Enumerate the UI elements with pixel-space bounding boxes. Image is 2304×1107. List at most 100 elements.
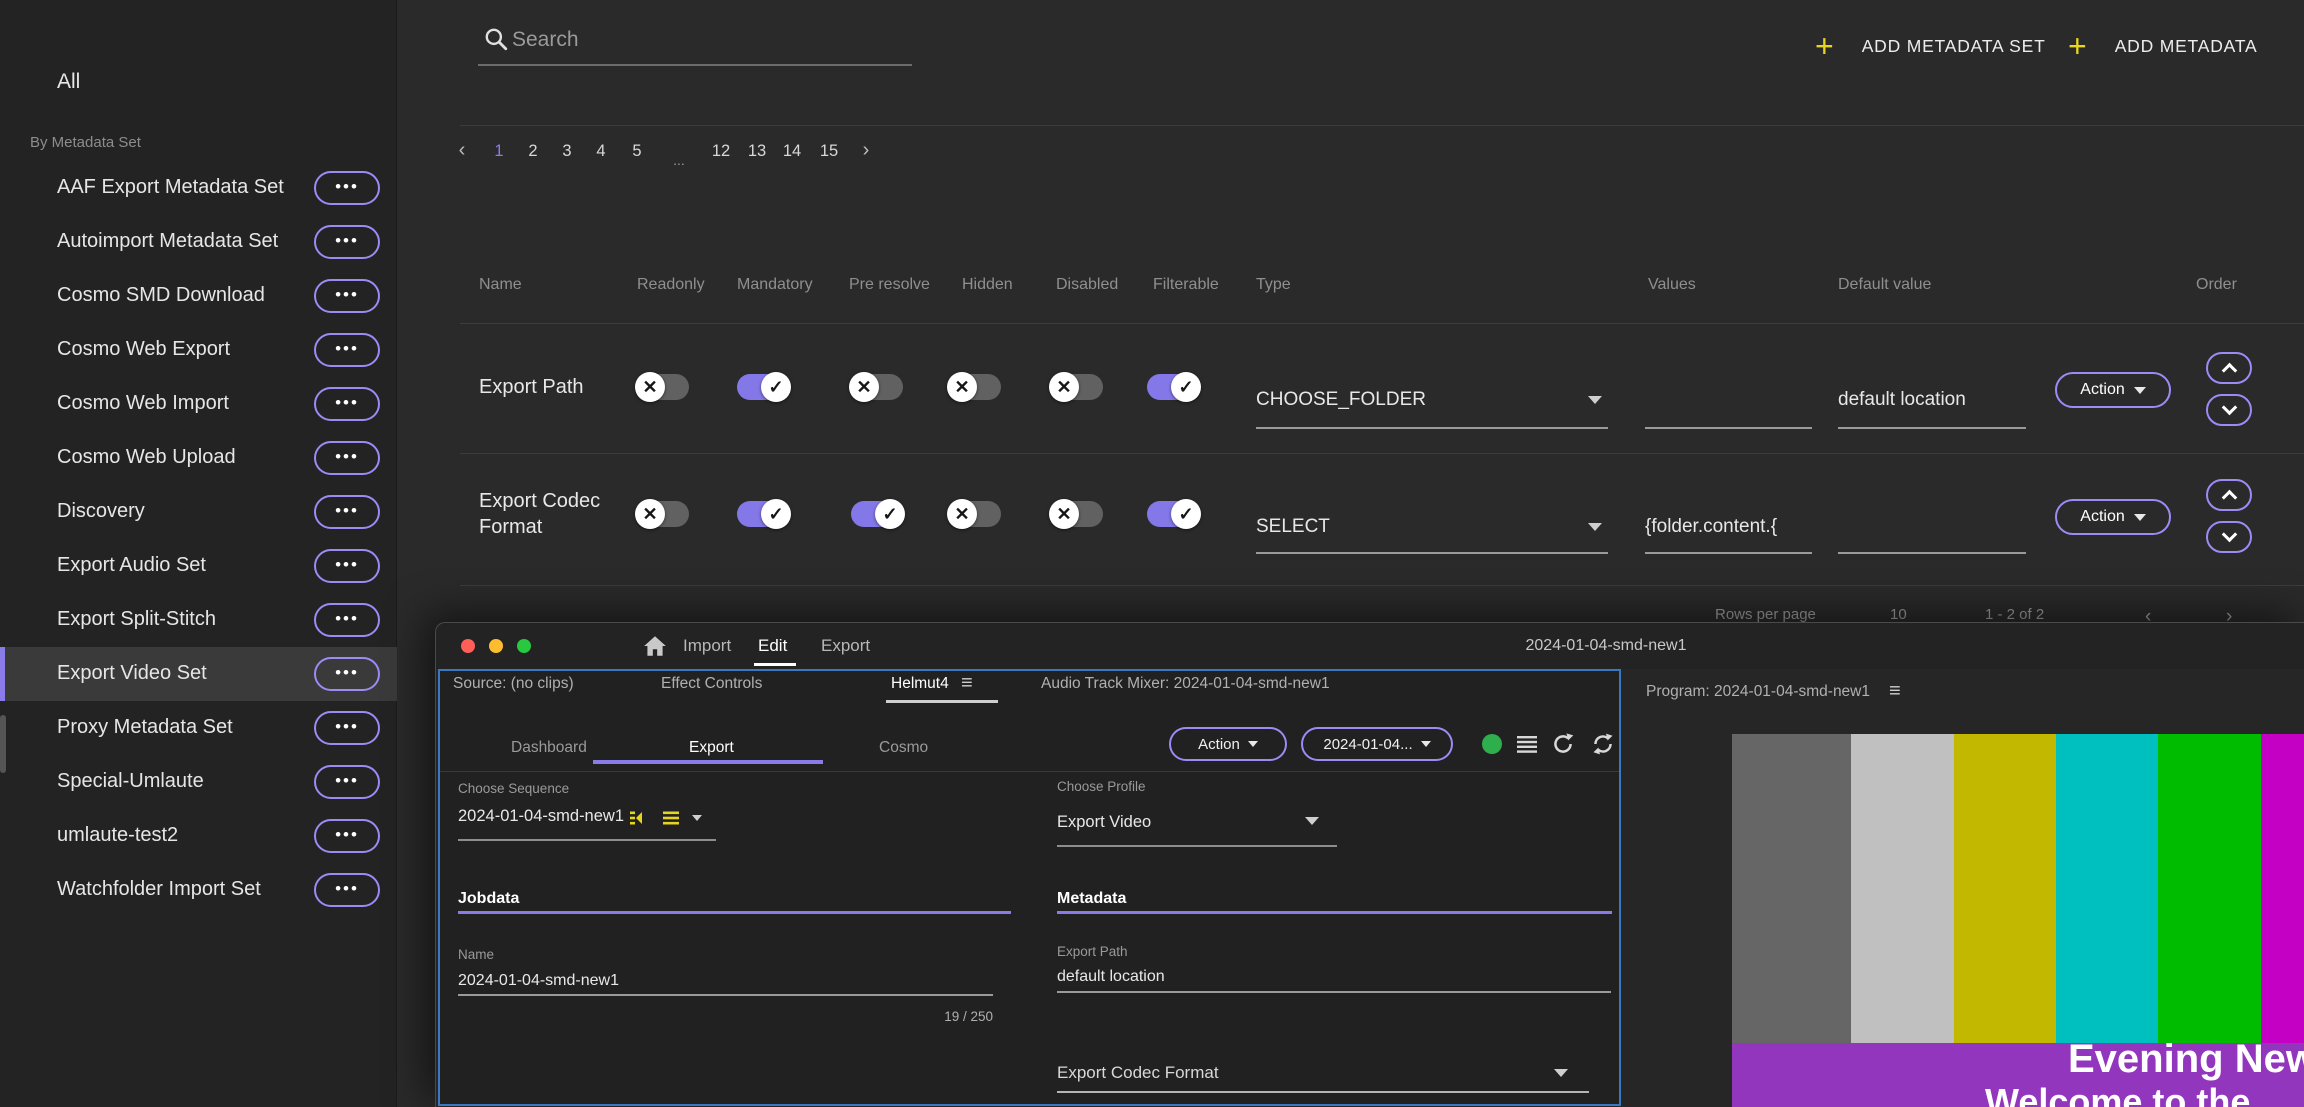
sidebar-item[interactable]: Proxy Metadata Set — [0, 701, 397, 755]
chevron-down-icon[interactable] — [1588, 396, 1602, 404]
sidebar-item[interactable]: umlaute-test2 — [0, 809, 397, 863]
scrollbar[interactable] — [0, 715, 6, 773]
export-codec-select[interactable]: Export Codec Format — [1057, 1063, 1219, 1083]
add-metadata-set-button[interactable]: + ADD METADATA SET — [1815, 26, 2046, 66]
action-button[interactable]: Action — [2055, 372, 2171, 408]
refresh-icon[interactable] — [1550, 731, 1576, 757]
sidebar-item-all[interactable]: All — [57, 70, 80, 94]
close-button[interactable] — [461, 639, 475, 653]
tab-cosmo[interactable]: Cosmo — [879, 739, 928, 757]
sequence-insert-icon[interactable] — [628, 810, 652, 826]
sidebar-item[interactable]: Cosmo Web Export — [0, 323, 397, 377]
page-prev[interactable]: ‹ — [449, 139, 475, 162]
action-button[interactable]: Action — [2055, 499, 2171, 535]
page-15[interactable]: 15 — [816, 142, 842, 161]
more-options-button[interactable] — [314, 279, 380, 313]
sidebar-item[interactable]: Special-Umlaute — [0, 755, 397, 809]
tab-effect-controls[interactable]: Effect Controls — [661, 675, 762, 693]
action-dropdown[interactable]: Action — [1169, 727, 1287, 761]
sidebar-item[interactable]: Cosmo Web Import — [0, 377, 397, 431]
toggle-mandatory[interactable] — [737, 374, 789, 400]
page-size-select[interactable]: 10 — [1890, 606, 1907, 623]
more-options-button[interactable] — [314, 495, 380, 529]
sidebar-item[interactable]: Discovery — [0, 485, 397, 539]
move-up-button[interactable] — [2206, 479, 2252, 511]
page-1[interactable]: 1 — [486, 142, 512, 161]
sidebar-item[interactable]: Cosmo SMD Download — [0, 269, 397, 323]
toggle-filterable[interactable] — [1147, 374, 1199, 400]
export-path-input[interactable]: default location — [1057, 968, 1165, 986]
default-value[interactable]: default location — [1838, 389, 1966, 411]
move-down-button[interactable] — [2206, 521, 2252, 553]
more-options-button[interactable] — [314, 765, 380, 799]
chevron-down-icon[interactable] — [1588, 523, 1602, 531]
sequence-value[interactable]: 2024-01-04-smd-new1 — [458, 807, 624, 826]
sidebar-item[interactable]: Export Audio Set — [0, 539, 397, 593]
sequence-menu-icon[interactable] — [662, 810, 680, 826]
date-dropdown[interactable]: 2024-01-04... — [1301, 727, 1453, 761]
tab-import[interactable]: Import — [683, 636, 731, 656]
move-up-button[interactable] — [2206, 352, 2252, 384]
chevron-down-icon[interactable] — [1554, 1069, 1568, 1077]
sidebar-item[interactable]: AAF Export Metadata Set — [0, 161, 397, 215]
sidebar-item[interactable]: Watchfolder Import Set — [0, 863, 397, 917]
more-options-button[interactable] — [314, 657, 380, 691]
more-options-button[interactable] — [314, 171, 380, 205]
tab-export[interactable]: Export — [821, 636, 870, 656]
more-options-button[interactable] — [314, 711, 380, 745]
add-metadata-button[interactable]: + ADD METADATA — [2068, 26, 2258, 66]
page-next[interactable]: › — [853, 139, 879, 162]
sidebar-item[interactable]: Cosmo Web Upload — [0, 431, 397, 485]
values-value[interactable]: {folder.content.{ — [1645, 516, 1777, 538]
page-5[interactable]: 5 — [624, 142, 650, 161]
more-options-button[interactable] — [314, 603, 380, 637]
page-13[interactable]: 13 — [744, 142, 770, 161]
more-options-button[interactable] — [314, 441, 380, 475]
toggle-preresolve[interactable] — [851, 374, 903, 400]
toggle-preresolve[interactable] — [851, 501, 903, 527]
toggle-disabled[interactable] — [1051, 374, 1103, 400]
type-select[interactable]: CHOOSE_FOLDER — [1256, 389, 1426, 411]
search-input[interactable] — [512, 22, 892, 58]
more-options-button[interactable] — [314, 333, 380, 367]
page-12[interactable]: 12 — [708, 142, 734, 161]
page-3[interactable]: 3 — [554, 142, 580, 161]
toggle-readonly[interactable] — [637, 501, 689, 527]
more-options-button[interactable] — [314, 873, 380, 907]
name-input[interactable]: 2024-01-04-smd-new1 — [458, 972, 619, 990]
tab-dashboard[interactable]: Dashboard — [511, 739, 587, 757]
profile-value[interactable]: Export Video — [1057, 813, 1151, 832]
more-options-button[interactable] — [314, 819, 380, 853]
toggle-hidden[interactable] — [949, 374, 1001, 400]
toggle-mandatory[interactable] — [737, 501, 789, 527]
more-options-button[interactable] — [314, 387, 380, 421]
sidebar-item[interactable]: Autoimport Metadata Set — [0, 215, 397, 269]
toggle-hidden[interactable] — [949, 501, 1001, 527]
page-2[interactable]: 2 — [520, 142, 546, 161]
page-4[interactable]: 4 — [588, 142, 614, 161]
window-titlebar[interactable]: Import Edit Export 2024-01-04-smd-new1 — [436, 623, 2304, 669]
tab-audio-track-mixer[interactable]: Audio Track Mixer: 2024-01-04-smd-new1 — [1041, 675, 1330, 693]
panel-menu-icon[interactable]: ≡ — [961, 672, 973, 695]
sidebar-item-selected[interactable]: Export Video Set — [0, 647, 397, 701]
chevron-down-icon[interactable] — [1305, 817, 1319, 825]
values-underline[interactable] — [1645, 427, 1812, 429]
move-down-button[interactable] — [2206, 394, 2252, 426]
toggle-disabled[interactable] — [1051, 501, 1103, 527]
tab-edit[interactable]: Edit — [758, 636, 787, 656]
panel-menu-icon[interactable]: ≡ — [1889, 680, 1901, 703]
more-options-button[interactable] — [314, 549, 380, 583]
queue-list-icon[interactable] — [1516, 735, 1538, 753]
chevron-down-icon[interactable] — [692, 815, 702, 821]
page-14[interactable]: 14 — [779, 142, 805, 161]
default-underline[interactable] — [1838, 552, 2026, 554]
sync-icon[interactable] — [1590, 731, 1616, 757]
sidebar-item[interactable]: Export Split-Stitch — [0, 593, 397, 647]
maximize-button[interactable] — [517, 639, 531, 653]
tab-source[interactable]: Source: (no clips) — [453, 675, 574, 693]
home-icon[interactable] — [642, 633, 668, 659]
tab-export-helmut[interactable]: Export — [689, 739, 734, 757]
minimize-button[interactable] — [489, 639, 503, 653]
toggle-readonly[interactable] — [637, 374, 689, 400]
type-select[interactable]: SELECT — [1256, 516, 1330, 538]
